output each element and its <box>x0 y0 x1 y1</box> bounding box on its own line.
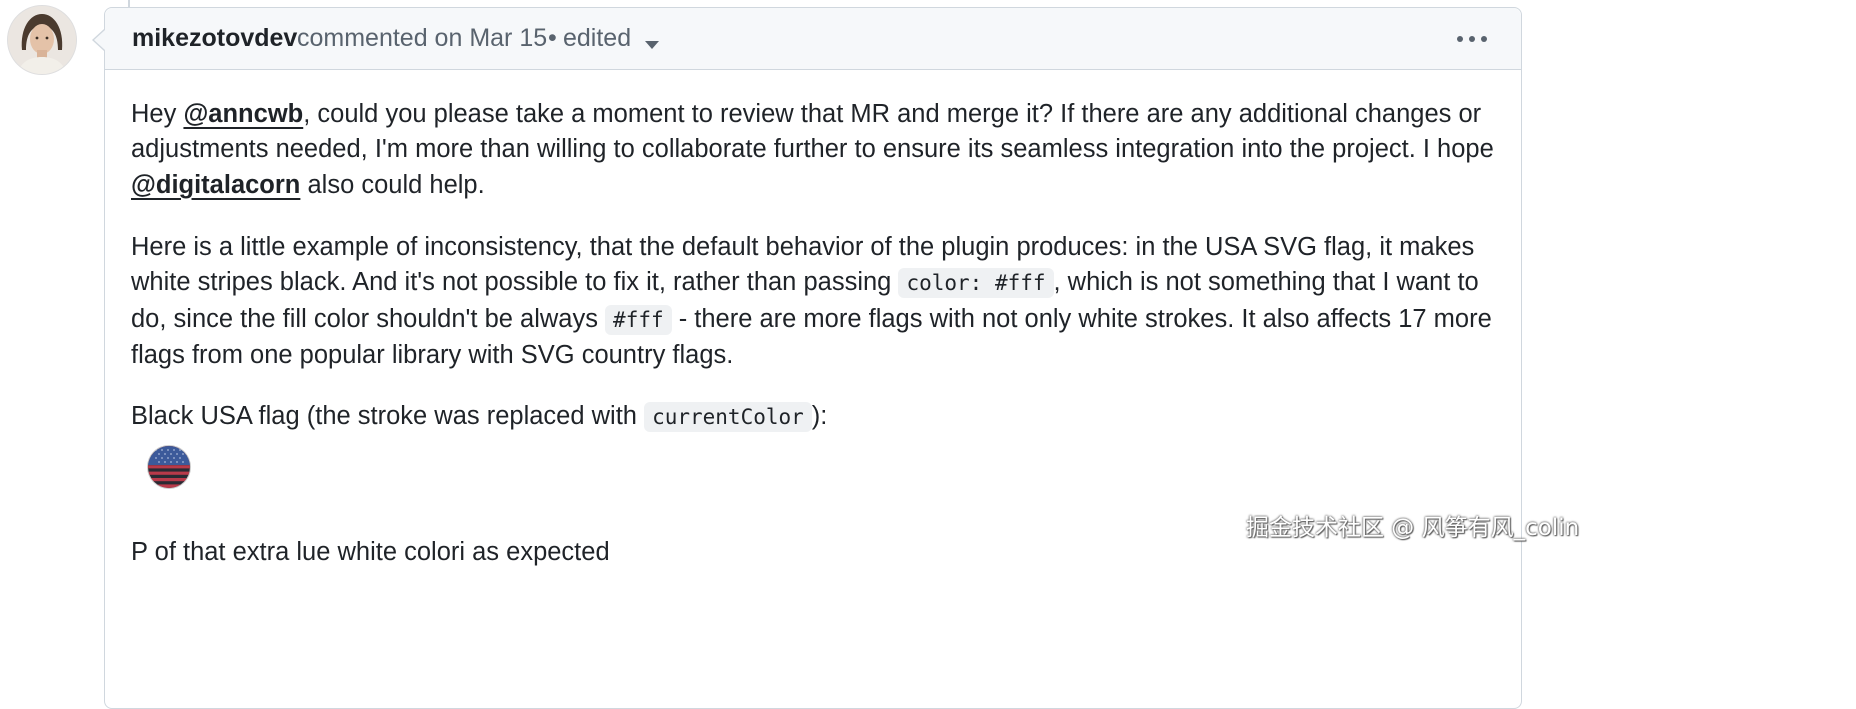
comment-paragraph-4: P of that extra lue white colori as expe… <box>131 538 610 566</box>
meta-separator: • <box>548 24 557 52</box>
comment-timestamp[interactable]: commented on Mar 15 <box>297 8 547 69</box>
inline-code: #fff <box>605 304 672 335</box>
flag-svg <box>148 446 190 488</box>
inline-code: currentColor <box>644 402 812 432</box>
text-span: also could help. <box>300 170 485 199</box>
author-avatar[interactable] <box>8 6 76 74</box>
kebab-dot <box>1457 36 1463 42</box>
text-span: ): <box>811 402 828 430</box>
mention-digitalacorn[interactable]: @digitalacorn <box>131 171 300 199</box>
mention-anncwb[interactable]: @anncwb <box>183 100 303 128</box>
comment-paragraph-1: Hey @anncwb, could you please take a mom… <box>131 97 1506 203</box>
inline-code: color: #fff <box>898 268 1054 299</box>
comment-pointer-fill <box>94 30 105 50</box>
kebab-dot <box>1481 36 1487 42</box>
text-span: Hey <box>131 100 184 128</box>
usa-flag-image[interactable] <box>148 446 190 488</box>
avatar-image <box>8 6 76 74</box>
kebab-horizontal-icon[interactable] <box>1455 24 1489 54</box>
comment-paragraph-2: Here is a little example of inconsistenc… <box>131 230 1506 374</box>
comment-paragraph-3: Black USA flag (the stroke was replaced … <box>131 399 1506 435</box>
triangle-down-icon[interactable] <box>645 41 659 49</box>
kebab-dot <box>1469 36 1475 42</box>
author-link[interactable]: mikezotovdev <box>132 8 297 69</box>
watermark-text: 掘金技术社区 @ 风筝有风_colin <box>1246 515 1580 541</box>
edited-dropdown[interactable]: edited <box>563 8 631 69</box>
text-span: Black USA flag (the stroke was replaced … <box>131 402 645 430</box>
text-span: , could you please take a moment to revi… <box>131 100 1494 164</box>
comment-header: mikezotovdev commented on Mar 15 • edite… <box>105 8 1521 70</box>
